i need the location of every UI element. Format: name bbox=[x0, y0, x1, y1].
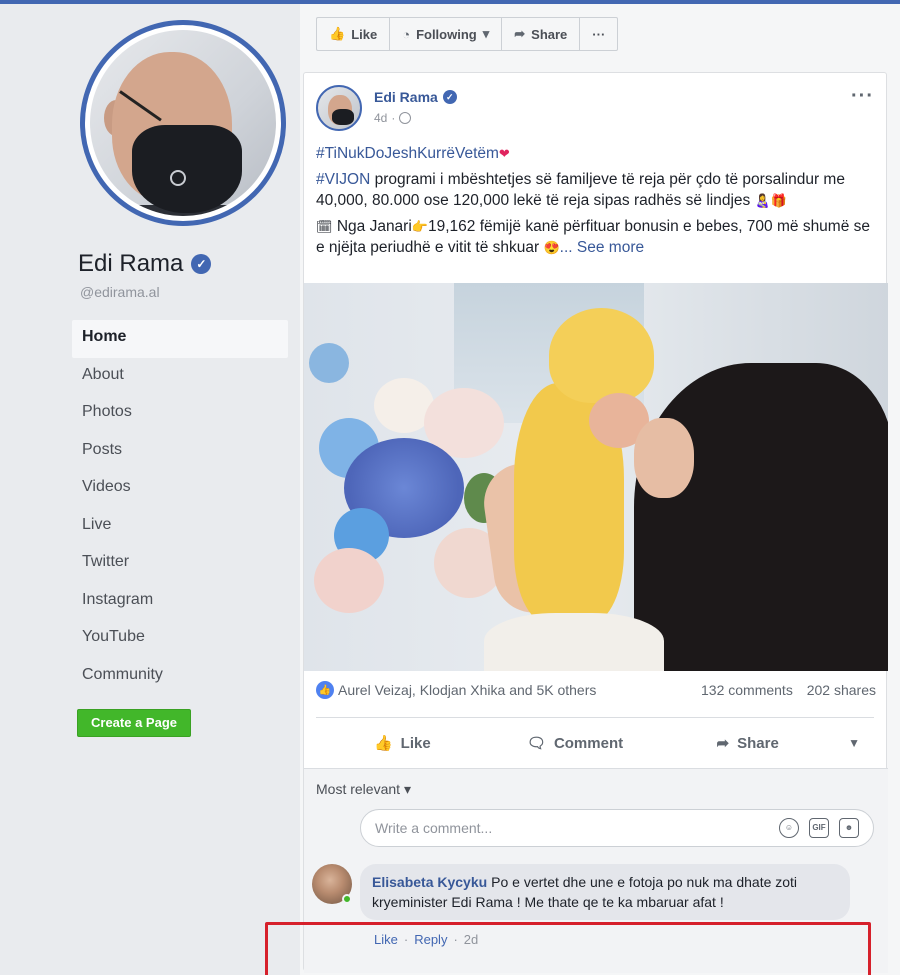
page-name-text[interactable]: Edi Rama bbox=[78, 250, 183, 278]
page-nav: Home About Photos Posts Videos Live Twit… bbox=[72, 320, 288, 695]
comment-bubble: Elisabeta Kycyku Po e vertet dhe une e fo… bbox=[360, 864, 850, 920]
comment-author-name[interactable]: Elisabeta Kycyku bbox=[372, 874, 487, 890]
post-author-avatar[interactable] bbox=[316, 85, 362, 131]
comments-count[interactable]: 132 comments bbox=[701, 682, 793, 698]
post-share-button[interactable]: ➦ Share bbox=[661, 734, 834, 753]
post-actions: 👍 Like 🗨 Comment ➦ Share ▼ bbox=[316, 725, 874, 761]
comment-sort-dropdown[interactable]: Most relevant ▾ bbox=[316, 781, 411, 798]
page-like-button[interactable]: 👍 Like bbox=[316, 17, 390, 51]
nav-item-instagram[interactable]: Instagram bbox=[72, 583, 288, 621]
post-comment-button[interactable]: 🗨 Comment bbox=[489, 734, 662, 753]
page-title[interactable]: Edi Rama ✓ bbox=[78, 250, 212, 278]
caret-down-icon[interactable]: ▼ bbox=[834, 736, 874, 750]
comment-input[interactable]: Write a comment... ☺ GIF ☻ bbox=[360, 809, 874, 847]
online-status-dot bbox=[342, 894, 352, 904]
gif-icon[interactable]: GIF bbox=[809, 818, 829, 838]
post-like-label: Like bbox=[400, 734, 431, 752]
post-share-label: Share bbox=[737, 734, 779, 752]
post-card: Edi Rama ✓ 4d · ··· #TiNukDoJeshKurrëVet… bbox=[265, 72, 888, 975]
divider bbox=[316, 717, 874, 718]
nav-item-photos[interactable]: Photos bbox=[72, 395, 288, 433]
page-more-button[interactable]: ··· bbox=[579, 17, 619, 51]
page-like-label: Like bbox=[351, 26, 378, 42]
caret-down-icon: ▾ bbox=[482, 26, 490, 41]
post-reactions-summary: 👍 Aurel Veizaj, Klodjan Xhika and 5K oth… bbox=[316, 681, 876, 701]
verified-badge-icon: ✓ bbox=[191, 254, 212, 274]
page-following-button[interactable]: ◔ Following ▾ bbox=[389, 17, 502, 51]
heart-emoji-icon: ❤ bbox=[498, 146, 510, 161]
main-content: 👍 Like ◔ Following ▾ ➦ Share ··· Edi Ram… bbox=[265, 4, 900, 975]
nav-item-youtube[interactable]: YouTube bbox=[72, 620, 288, 658]
post-like-button[interactable]: 👍 Like bbox=[316, 734, 489, 753]
see-more-link[interactable]: ... See more bbox=[560, 239, 644, 256]
post-hashtag-vijon[interactable]: #VIJON bbox=[316, 171, 370, 188]
nav-item-live[interactable]: Live bbox=[72, 508, 288, 546]
nav-item-community[interactable]: Community bbox=[72, 658, 288, 696]
globe-icon bbox=[399, 112, 412, 124]
post-paragraph-2a: Nga Janari bbox=[336, 218, 412, 235]
more-dots-icon: ··· bbox=[592, 26, 606, 42]
post-header: Edi Rama ✓ 4d · ··· bbox=[316, 85, 874, 133]
calendar-emoji-icon: 🗓 bbox=[316, 219, 333, 234]
nav-item-twitter[interactable]: Twitter bbox=[72, 545, 288, 583]
reactions-names[interactable]: 👍 Aurel Veizaj, Klodjan Xhika and 5K oth… bbox=[316, 681, 596, 699]
page-share-button[interactable]: ➦ Share bbox=[501, 17, 580, 51]
page-action-bar: 👍 Like ◔ Following ▾ ➦ Share ··· bbox=[316, 17, 619, 51]
pointing-hand-emoji-icon: 👉 bbox=[411, 219, 428, 234]
heart-eyes-emoji-icon: 😍 bbox=[543, 240, 560, 255]
post-comment-label: Comment bbox=[553, 734, 624, 752]
nav-item-home[interactable]: Home bbox=[72, 320, 288, 358]
page-sidebar: Edi Rama ✓ @edirama.al Home About Photos… bbox=[0, 4, 300, 975]
nav-item-posts[interactable]: Posts bbox=[72, 433, 288, 471]
reactions-names-text: Aurel Veizaj, Klodjan Xhika and 5K other… bbox=[338, 682, 597, 698]
comment-sort-label: Most relevant bbox=[316, 781, 401, 797]
highlight-annotation-box bbox=[265, 922, 871, 975]
post-author: Edi Rama ✓ bbox=[374, 89, 457, 105]
comment-icon: 🗨 bbox=[526, 735, 546, 752]
sticker-icon[interactable]: ☻ bbox=[839, 818, 859, 838]
post-options-button[interactable]: ··· bbox=[851, 85, 874, 108]
comment-input-placeholder: Write a comment... bbox=[375, 820, 493, 836]
verified-badge-icon: ✓ bbox=[442, 90, 457, 104]
nav-item-about[interactable]: About bbox=[72, 358, 288, 396]
page-share-label: Share bbox=[531, 26, 568, 42]
profile-picture[interactable] bbox=[80, 20, 286, 226]
create-page-button[interactable]: Create a Page bbox=[77, 709, 191, 737]
page-handle: @edirama.al bbox=[80, 284, 160, 300]
post-stats: 132 comments 202 shares bbox=[701, 682, 876, 698]
profile-photo-image bbox=[90, 30, 276, 216]
share-arrow-icon: ➦ bbox=[716, 735, 730, 752]
caret-down-icon: ▾ bbox=[403, 781, 411, 797]
post-hashtag[interactable]: #TiNukDoJeshKurrëVetëm bbox=[316, 145, 499, 162]
post-photo[interactable] bbox=[304, 283, 888, 671]
rss-icon: ◔ bbox=[402, 26, 411, 42]
family-emoji-icon: 👩‍🍼 bbox=[754, 193, 771, 208]
emoji-icon[interactable]: ☺ bbox=[779, 818, 799, 838]
post-author-name[interactable]: Edi Rama bbox=[374, 89, 438, 105]
post-meta: 4d · bbox=[374, 111, 412, 125]
thumbs-up-icon: 👍 bbox=[373, 735, 393, 752]
shares-count[interactable]: 202 shares bbox=[807, 682, 876, 698]
like-reaction-icon: 👍 bbox=[316, 681, 334, 699]
gift-emoji-icon: 🎁 bbox=[770, 193, 787, 208]
thumbs-up-icon: 👍 bbox=[329, 26, 346, 41]
separator: · bbox=[391, 111, 396, 125]
page-following-label: Following bbox=[416, 26, 477, 42]
share-arrow-icon: ➦ bbox=[514, 26, 526, 41]
post-timestamp[interactable]: 4d bbox=[374, 111, 387, 125]
nav-item-videos[interactable]: Videos bbox=[72, 470, 288, 508]
comment-input-tools: ☺ GIF ☻ bbox=[779, 818, 859, 838]
comments-section: Most relevant ▾ Write a comment... ☺ GIF… bbox=[265, 768, 888, 975]
post-body: #TiNukDoJeshKurrëVetëm❤ #VIJON programi … bbox=[316, 143, 872, 263]
